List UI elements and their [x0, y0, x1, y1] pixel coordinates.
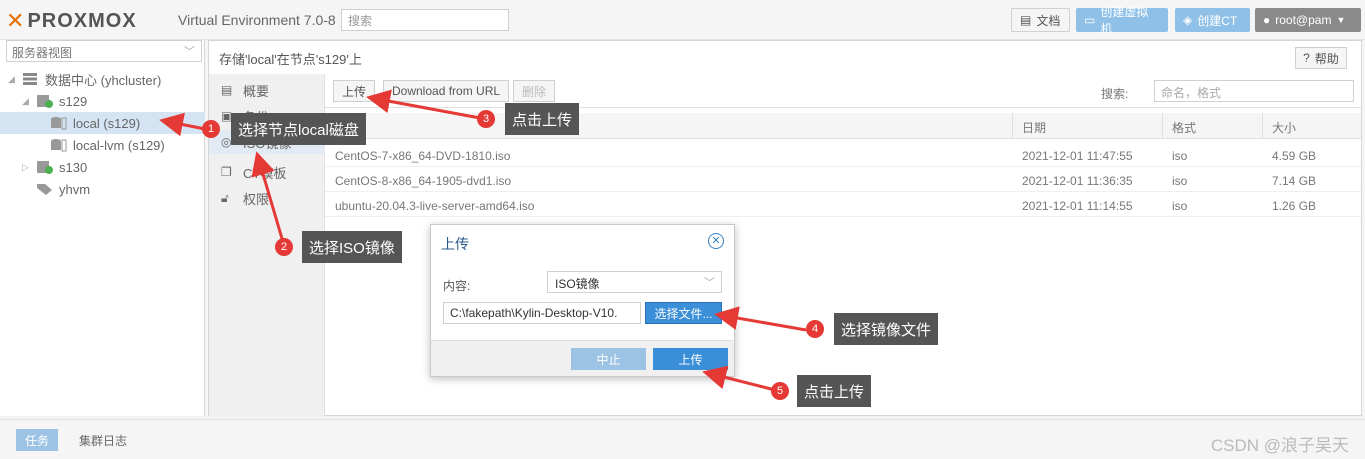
- caret-expanded-icon: ◢: [8, 73, 15, 84]
- nav-item-permissions[interactable]: 🔓︎ 权限: [209, 186, 325, 210]
- content-panel: 存储'local'在节点's129'上 ? 帮助 ▤ 概要 ▣ 备份 ◎ ISO…: [208, 40, 1362, 416]
- tree-item-tag-yhvm[interactable]: yhvm: [0, 178, 205, 200]
- search-label: 搜索:: [1101, 87, 1129, 101]
- node-online-icon: [36, 94, 54, 108]
- nav-item-ct-templates[interactable]: ❐ CT模板: [209, 160, 325, 184]
- step-number-2: 2: [275, 238, 293, 256]
- tag-icon: [36, 182, 54, 196]
- content-type-select[interactable]: ISO镜像 ﹀: [547, 271, 722, 293]
- app-version: Virtual Environment 7.0-8: [178, 12, 336, 28]
- upload-dialog: 上传 ✕ 内容: ISO镜像 ﹀ C:\fakepath\Kylin-Deskt…: [430, 224, 735, 377]
- docs-button[interactable]: ▤ 文档: [1011, 8, 1070, 32]
- create-ct-button[interactable]: ◈ 创建CT: [1175, 8, 1250, 32]
- dialog-upload-button[interactable]: 上传: [653, 348, 728, 370]
- callout-4: 选择镜像文件: [834, 313, 939, 345]
- user-menu-button[interactable]: ● root@pam ▼: [1255, 8, 1361, 32]
- callout-1: 选择节点local磁盘: [231, 113, 366, 145]
- step-number-3: 3: [477, 110, 495, 128]
- choose-file-button[interactable]: 选择文件...: [645, 302, 722, 324]
- cube-icon: ◈: [1183, 13, 1193, 27]
- column-format[interactable]: 格式: [1172, 119, 1196, 136]
- content-label: 内容:: [443, 279, 471, 293]
- tree-item-storage-local[interactable]: local (s129): [0, 112, 205, 134]
- task-footer: 任务 集群日志 CSDN @浪子吴天: [0, 419, 1365, 459]
- callout-3: 点击上传: [505, 103, 580, 135]
- nav-item-summary[interactable]: ▤ 概要: [209, 78, 325, 102]
- resource-tree-panel: 服务器视图 ﹀ ◢ 数据中心 (yhcluster) ◢ s129 local …: [0, 40, 205, 416]
- page-title: 存储'local'在节点's129'上: [219, 52, 362, 67]
- step-number-1: 1: [202, 120, 220, 138]
- unlock-icon: 🔓︎: [221, 190, 229, 205]
- template-icon: ❐: [221, 165, 232, 179]
- callout-2: 选择ISO镜像: [302, 231, 402, 263]
- callout-5: 点击上传: [797, 375, 872, 407]
- csdn-watermark: CSDN @浪子吴天: [1210, 436, 1349, 455]
- datacenter-icon: [22, 72, 40, 86]
- storage-icon: [50, 116, 68, 130]
- tree-item-node-s130[interactable]: ▷ s130: [0, 156, 205, 178]
- dialog-title: 上传: [441, 236, 469, 252]
- chevron-down-icon: ﹀: [184, 46, 195, 58]
- chevron-down-icon: ▼: [1336, 15, 1346, 25]
- tree-item-storage-local-lvm[interactable]: local-lvm (s129): [0, 134, 205, 156]
- help-button[interactable]: ? 帮助: [1295, 47, 1347, 69]
- table-row[interactable]: CentOS-8-x86_64-1905-dvd1.iso 2021-12-01…: [325, 168, 1361, 192]
- download-from-url-button[interactable]: Download from URL: [383, 80, 510, 102]
- view-selector[interactable]: 服务器视图 ﹀: [6, 40, 202, 62]
- tab-tasks[interactable]: 任务: [16, 429, 59, 451]
- column-date[interactable]: 日期: [1022, 119, 1046, 136]
- step-number-4: 4: [806, 320, 824, 338]
- iso-toolbar: 上传 Download from URL 删除 搜索: 命名，格式: [325, 74, 1361, 108]
- tab-cluster-log[interactable]: 集群日志: [70, 429, 136, 451]
- monitor-icon: ▭: [1084, 13, 1096, 27]
- table-row[interactable]: CentOS-7-x86_64-DVD-1810.iso 2021-12-01 …: [325, 143, 1361, 167]
- caret-collapsed-icon: ▷: [22, 161, 29, 172]
- close-icon[interactable]: ✕: [708, 233, 724, 249]
- book-icon: ▤: [221, 83, 233, 97]
- table-row[interactable]: ubuntu-20.04.3-live-server-amd64.iso 202…: [325, 193, 1361, 217]
- book-icon: ▤: [1020, 13, 1032, 27]
- tree-item-node-s129[interactable]: ◢ s129: [0, 90, 205, 112]
- proxmox-x-icon: ✕: [6, 8, 26, 33]
- chevron-down-icon: ﹀: [704, 277, 715, 289]
- dialog-footer: 中止 上传: [431, 340, 734, 376]
- storage-icon: [50, 138, 68, 152]
- top-header: ✕ PROXMOX Virtual Environment 7.0-8 搜索 ▤…: [0, 0, 1365, 40]
- user-icon: ●: [1263, 13, 1271, 27]
- file-path-field[interactable]: C:\fakepath\Kylin-Desktop-V10.: [443, 302, 641, 324]
- delete-button[interactable]: 删除: [513, 80, 556, 102]
- tree-item-datacenter[interactable]: ◢ 数据中心 (yhcluster): [0, 68, 205, 90]
- create-vm-button[interactable]: ▭ 创建虚拟机: [1076, 5, 1168, 36]
- step-number-5: 5: [771, 382, 789, 400]
- caret-expanded-icon: ◢: [22, 95, 29, 106]
- abort-button[interactable]: 中止: [571, 348, 646, 370]
- global-search-input[interactable]: 搜索: [341, 9, 509, 31]
- column-size[interactable]: 大小: [1272, 119, 1296, 136]
- proxmox-logo: ✕ PROXMOX: [6, 8, 137, 33]
- question-icon: ?: [1303, 51, 1310, 65]
- upload-button[interactable]: 上传: [333, 80, 376, 102]
- node-online-icon: [36, 160, 54, 174]
- iso-search-input[interactable]: 命名，格式: [1154, 80, 1354, 102]
